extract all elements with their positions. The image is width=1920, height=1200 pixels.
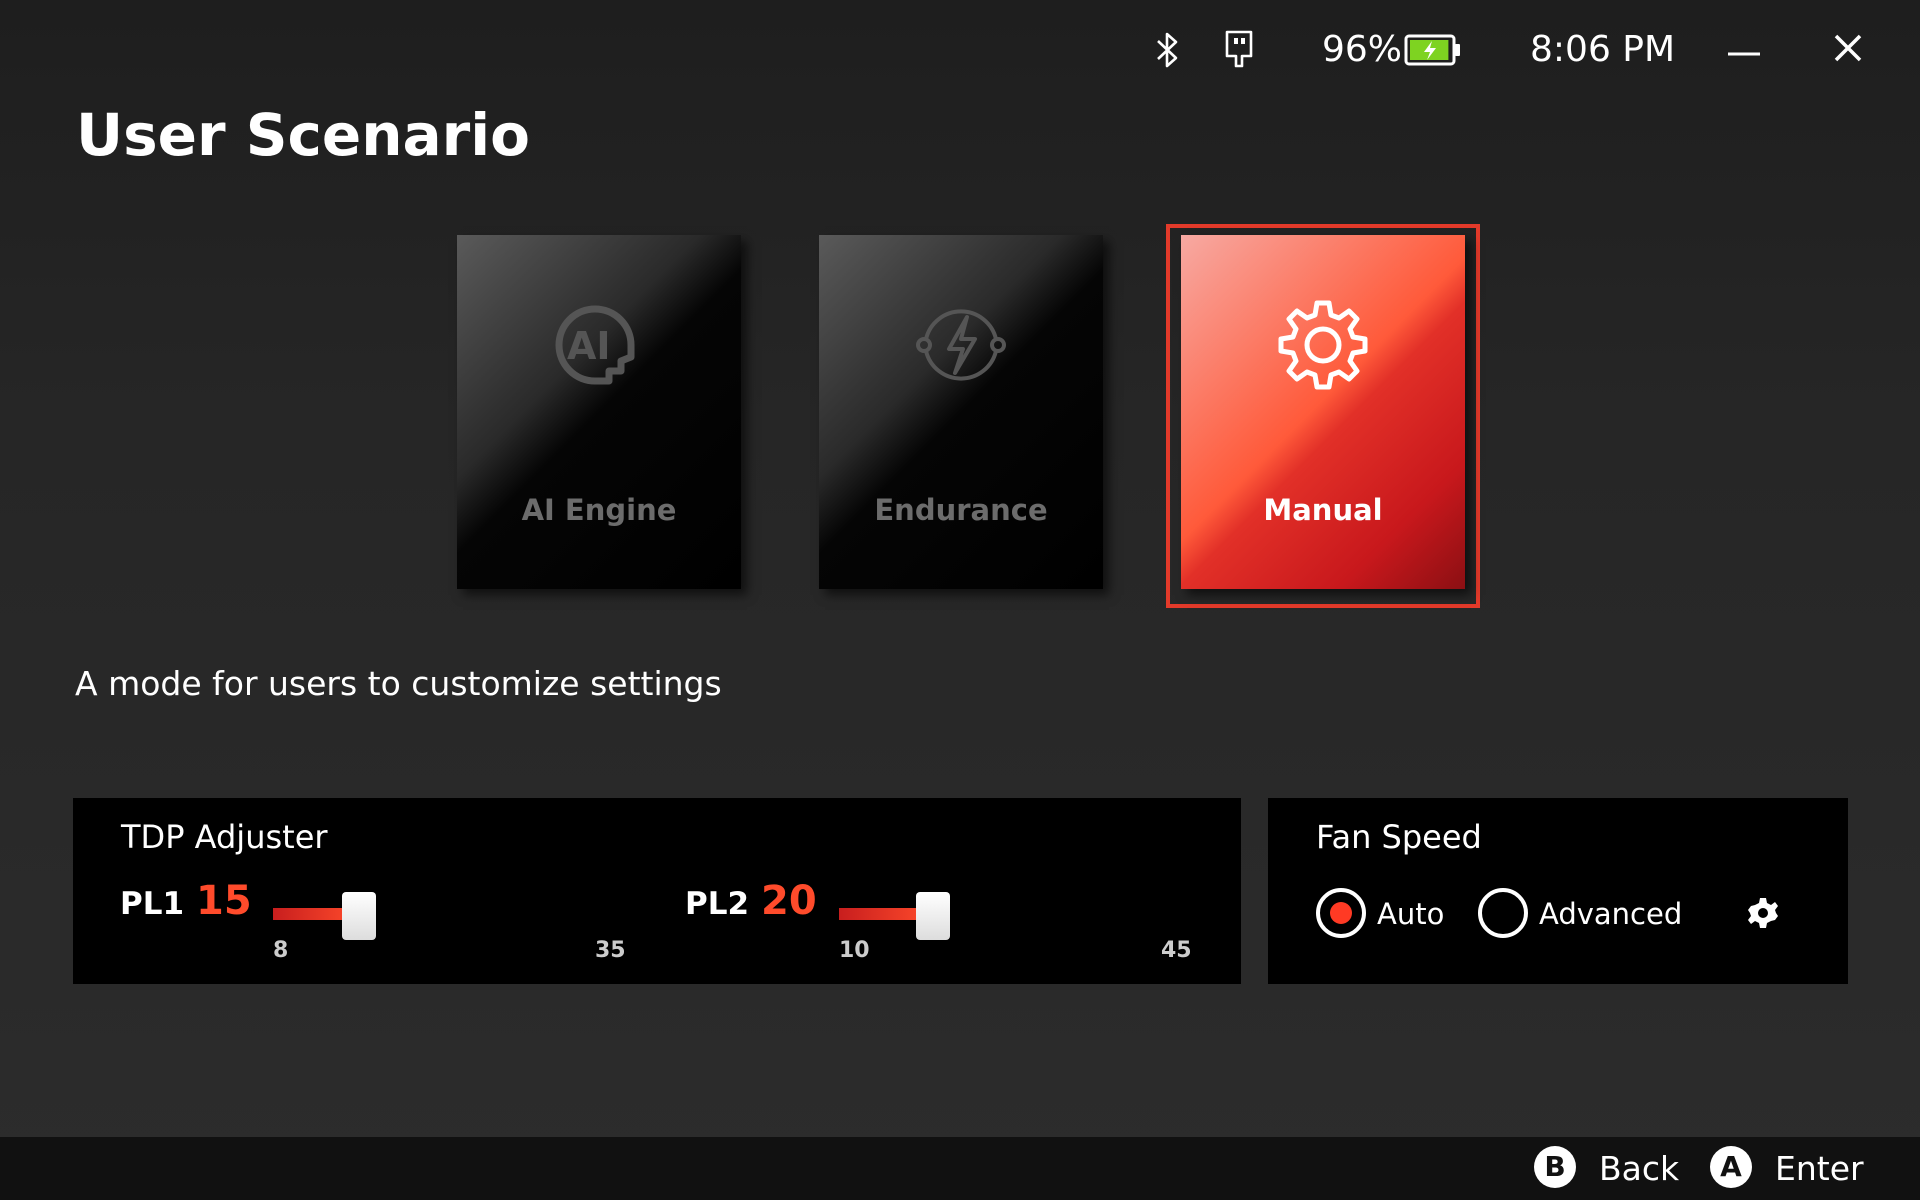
mode-card-ai-engine[interactable]: AI AI Engine <box>457 235 741 589</box>
fan-auto-label[interactable]: Auto <box>1377 897 1444 931</box>
mode-card-label: AI Engine <box>521 493 677 527</box>
bottom-bar: B Back A Enter <box>0 1137 1920 1200</box>
bluetooth-icon[interactable] <box>1150 30 1184 70</box>
mode-description: A mode for users to customize settings <box>75 664 722 703</box>
pl1-slider-thumb[interactable] <box>341 892 376 940</box>
close-icon[interactable] <box>1828 26 1868 70</box>
pl2-min-tick: 10 <box>839 938 870 963</box>
pl2-slider[interactable] <box>839 892 1169 940</box>
mode-card-endurance[interactable]: Endurance <box>819 235 1103 589</box>
a-button-icon: A <box>1710 1146 1752 1188</box>
fan-advanced-radio[interactable] <box>1478 888 1528 938</box>
pl1-label: PL1 <box>120 886 185 922</box>
pl1-min-tick: 8 <box>273 938 289 963</box>
panel-title: Fan Speed <box>1316 818 1482 856</box>
mode-card-label: Endurance <box>874 493 1048 527</box>
pl2-slider-thumb[interactable] <box>916 892 951 940</box>
svg-text:AI: AI <box>567 324 611 368</box>
screen: 96% 8:06 PM User Scenario AI AI Engine E… <box>0 0 1920 1200</box>
fan-speed-panel: Fan Speed Auto Advanced <box>1268 798 1848 984</box>
radio-selected-dot <box>1330 902 1352 924</box>
usb-icon <box>1225 30 1253 68</box>
battery-percent: 96% <box>1322 29 1403 70</box>
pl2-value: 20 <box>761 878 817 924</box>
endurance-icon <box>916 309 1006 381</box>
pl2-max-tick: 45 <box>1161 938 1192 963</box>
pl1-max-tick: 35 <box>595 938 626 963</box>
fan-auto-radio[interactable] <box>1316 888 1366 938</box>
pl1-value: 15 <box>196 878 252 924</box>
pl2-label: PL2 <box>685 886 750 922</box>
back-button[interactable]: Back <box>1599 1149 1679 1188</box>
pl1-slider[interactable] <box>273 892 603 940</box>
clock: 8:06 PM <box>1530 29 1676 70</box>
page-title: User Scenario <box>76 101 531 169</box>
b-button-icon: B <box>1534 1146 1576 1188</box>
status-bar: 96% 8:06 PM <box>0 22 1920 78</box>
battery-charging-icon <box>1404 34 1460 66</box>
mode-card-label: Manual <box>1263 493 1383 527</box>
minimize-icon[interactable] <box>1724 26 1764 70</box>
gear-icon <box>1278 300 1368 390</box>
panel-title: TDP Adjuster <box>121 818 328 856</box>
fan-advanced-label[interactable]: Advanced <box>1539 897 1682 931</box>
mode-card-manual[interactable]: Manual <box>1181 235 1465 589</box>
tdp-adjuster-panel: TDP Adjuster PL1 15 8 35 PL2 20 10 45 <box>73 798 1241 984</box>
enter-button[interactable]: Enter <box>1775 1149 1864 1188</box>
ai-engine-icon: AI <box>555 305 635 385</box>
fan-settings-gear-icon[interactable] <box>1746 896 1780 930</box>
